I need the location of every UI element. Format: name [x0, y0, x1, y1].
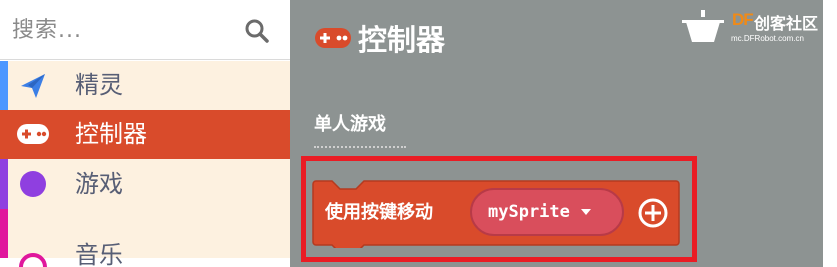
- scrollbar[interactable]: [823, 0, 837, 267]
- flyout-title: 控制器: [314, 18, 445, 58]
- category-color-bar: [0, 209, 8, 258]
- highlight-annotation: [301, 156, 697, 262]
- category-label: 音乐: [75, 241, 123, 267]
- category-label: 精灵: [75, 71, 123, 99]
- category-label: 游戏: [75, 170, 123, 198]
- category-color-bar: [0, 61, 8, 110]
- circle-icon: [20, 171, 46, 197]
- search-icon[interactable]: [244, 18, 270, 44]
- logo-brand: DF: [732, 10, 754, 29]
- category-color-bar: [0, 159, 8, 209]
- logo-name: 创客社区: [754, 14, 819, 33]
- search-bar: 搜索...: [0, 0, 290, 60]
- search-input[interactable]: 搜索...: [12, 16, 232, 46]
- robot-logo-icon: [682, 10, 724, 42]
- toolbox: 搜索... 精灵 控制器 游戏 音乐: [0, 0, 290, 267]
- paper-plane-icon: [21, 74, 45, 98]
- headphones-icon: [19, 253, 47, 267]
- category-controller[interactable]: 控制器: [0, 110, 290, 159]
- category-music[interactable]: 音乐: [0, 209, 290, 267]
- section-label: 单人游戏: [314, 114, 386, 135]
- category-sprites[interactable]: 精灵: [0, 61, 290, 110]
- logo-url: mc.DFRobot.com.cn: [731, 34, 804, 43]
- gamepad-icon: [17, 124, 49, 144]
- category-label: 控制器: [75, 120, 147, 148]
- dfrobot-logo: DF 创客社区 mc.DFRobot.com.cn: [682, 6, 832, 50]
- flyout-title-text: 控制器: [358, 23, 446, 57]
- category-game[interactable]: 游戏: [0, 159, 290, 209]
- gamepad-icon: [315, 28, 351, 48]
- section-divider: [314, 146, 406, 148]
